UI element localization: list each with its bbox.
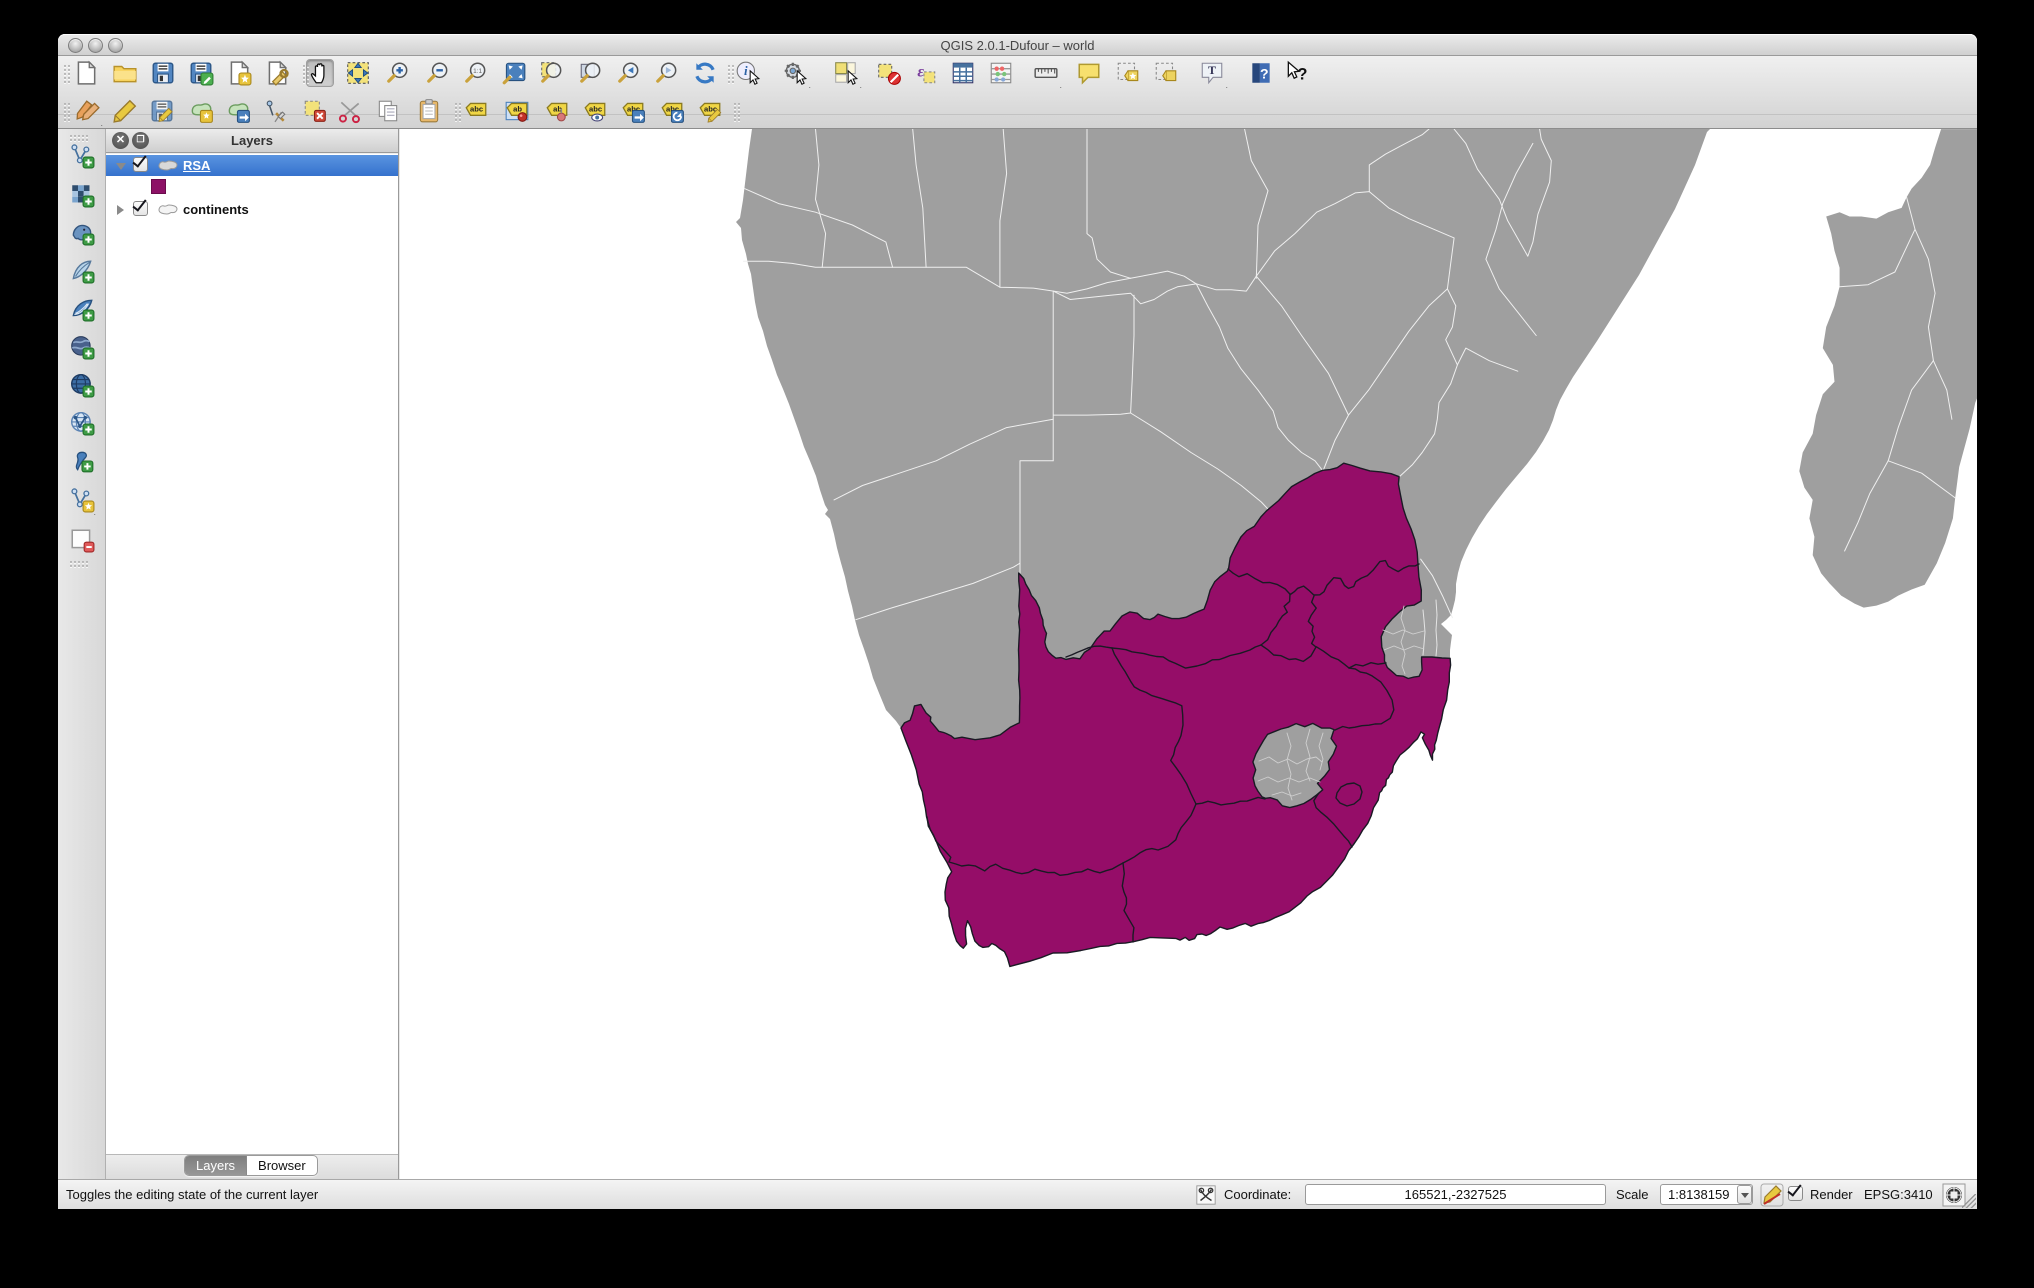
svg-text:?: ? <box>1297 66 1307 84</box>
svg-text:ab: ab <box>513 105 522 114</box>
svg-text:1:1: 1:1 <box>473 68 482 75</box>
svg-text:abc: abc <box>470 105 483 114</box>
svg-text:?: ? <box>1260 65 1269 81</box>
svg-text:ε: ε <box>917 62 924 80</box>
svg-text:T: T <box>1208 63 1216 77</box>
svg-text:i: i <box>744 63 748 78</box>
svg-text:abc: abc <box>589 105 602 114</box>
